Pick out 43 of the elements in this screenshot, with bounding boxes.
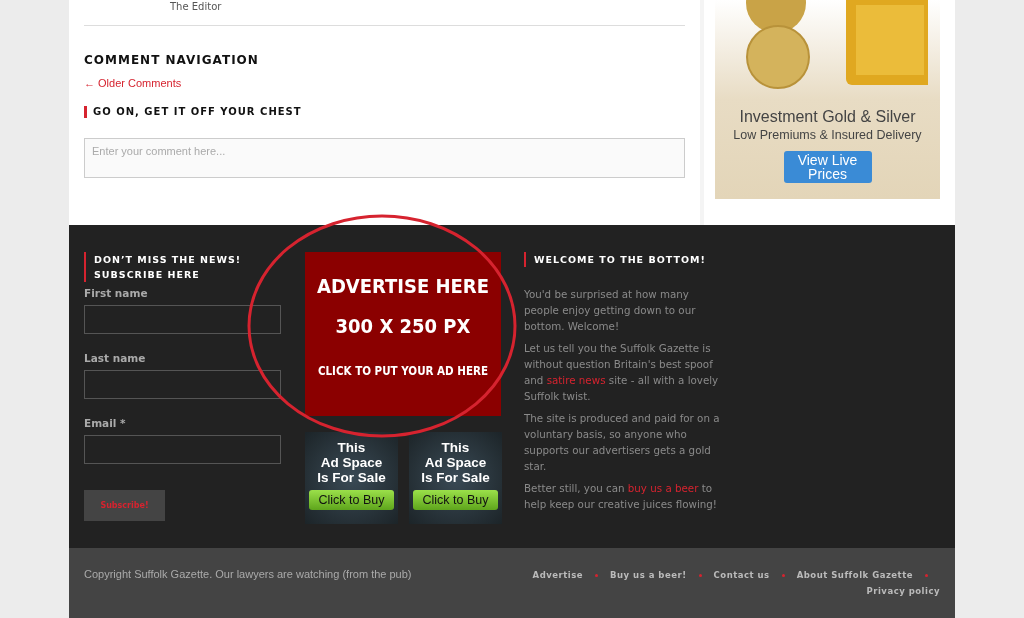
field-label: Last name — [84, 352, 147, 364]
buy-button[interactable]: Click to Buy — [309, 490, 394, 510]
footer-heading: WELCOME TO THE BOTTOM! — [524, 252, 724, 267]
paragraph: Better still, you can buy us a beer to help keep our creative juices flowing! — [524, 481, 718, 512]
buy-button[interactable]: Click to Buy — [413, 490, 498, 510]
ad-text: This Ad Space Is For Sale — [317, 440, 386, 485]
ad-headline: Investment Gold & Silver — [739, 108, 916, 126]
ad-text: ADVERTISE HERE — [317, 276, 489, 296]
footer-link[interactable]: Buy us a beer! — [610, 570, 687, 580]
ad-subline: Low Premiums & Insured Delivery — [733, 128, 922, 142]
field-label: Email * — [84, 417, 127, 429]
ad-banner[interactable]: This Ad Space Is For Sale Click to Buy — [305, 432, 398, 524]
separator-dot — [595, 573, 599, 577]
footer-link[interactable]: Advertise — [532, 570, 584, 580]
separator-dot — [698, 573, 702, 577]
copyright-text: Copyright Suffolk Gazette. Our lawyers are watching (from the pub) — [84, 567, 412, 582]
view-prices-button[interactable]: View Live Prices — [783, 151, 872, 183]
footer-link[interactable]: About Suffolk Gazette — [796, 570, 913, 580]
comment-field[interactable]: Enter your comment here... — [84, 138, 685, 178]
advertise-banner[interactable]: ADVERTISE HERE 300 X 250 PX CLICK TO PUT YOUR AD HERE — [305, 252, 501, 416]
section-heading: COMMENT NAVIGATION — [84, 53, 260, 67]
footer-link[interactable]: Privacy policy — [866, 586, 940, 596]
separator-dot — [925, 573, 928, 577]
text-link[interactable]: buy us a beer — [627, 482, 699, 494]
field-label: First name — [84, 287, 149, 299]
separator-dot — [781, 573, 785, 577]
input-field[interactable] — [84, 370, 281, 399]
ad-banner[interactable]: Investment Gold & Silver Low Premiums & Insured Delivery View Live Prices — [715, 0, 940, 199]
ad-banner[interactable]: This Ad Space Is For Sale Click to Buy — [409, 432, 502, 524]
footer-link[interactable]: Contact us — [713, 570, 770, 580]
section-heading: GO ON, GET IT OFF YOUR CHEST — [84, 106, 685, 118]
footer-heading: DON’T MISS THE NEWS! SUBSCRIBE HERE — [84, 252, 281, 282]
input-field[interactable] — [84, 305, 281, 334]
ad-text: This Ad Space Is For Sale — [421, 440, 490, 485]
input-field[interactable] — [84, 435, 281, 464]
paragraph: You'd be surprised at how many people enjoy getting down to our bottom. Welcome! — [524, 287, 697, 334]
paragraph: Let us tell you the Suffolk Gazette is without question Britain's best spoof and satire news site - all with a lovely Suffolk twist. — [524, 341, 720, 404]
ad-text: 300 X 250 PX — [335, 316, 471, 336]
text-link[interactable]: satire news — [546, 374, 606, 386]
ad-text: CLICK TO PUT YOUR AD HERE — [317, 366, 489, 378]
older-comments-link[interactable]: ← Older Comments — [84, 76, 182, 90]
paragraph: The site is produced and paid for on a voluntary basis, so anyone who supports our advertisers gets a gold star. — [524, 411, 721, 474]
comment-author: The Editor — [170, 1, 223, 13]
